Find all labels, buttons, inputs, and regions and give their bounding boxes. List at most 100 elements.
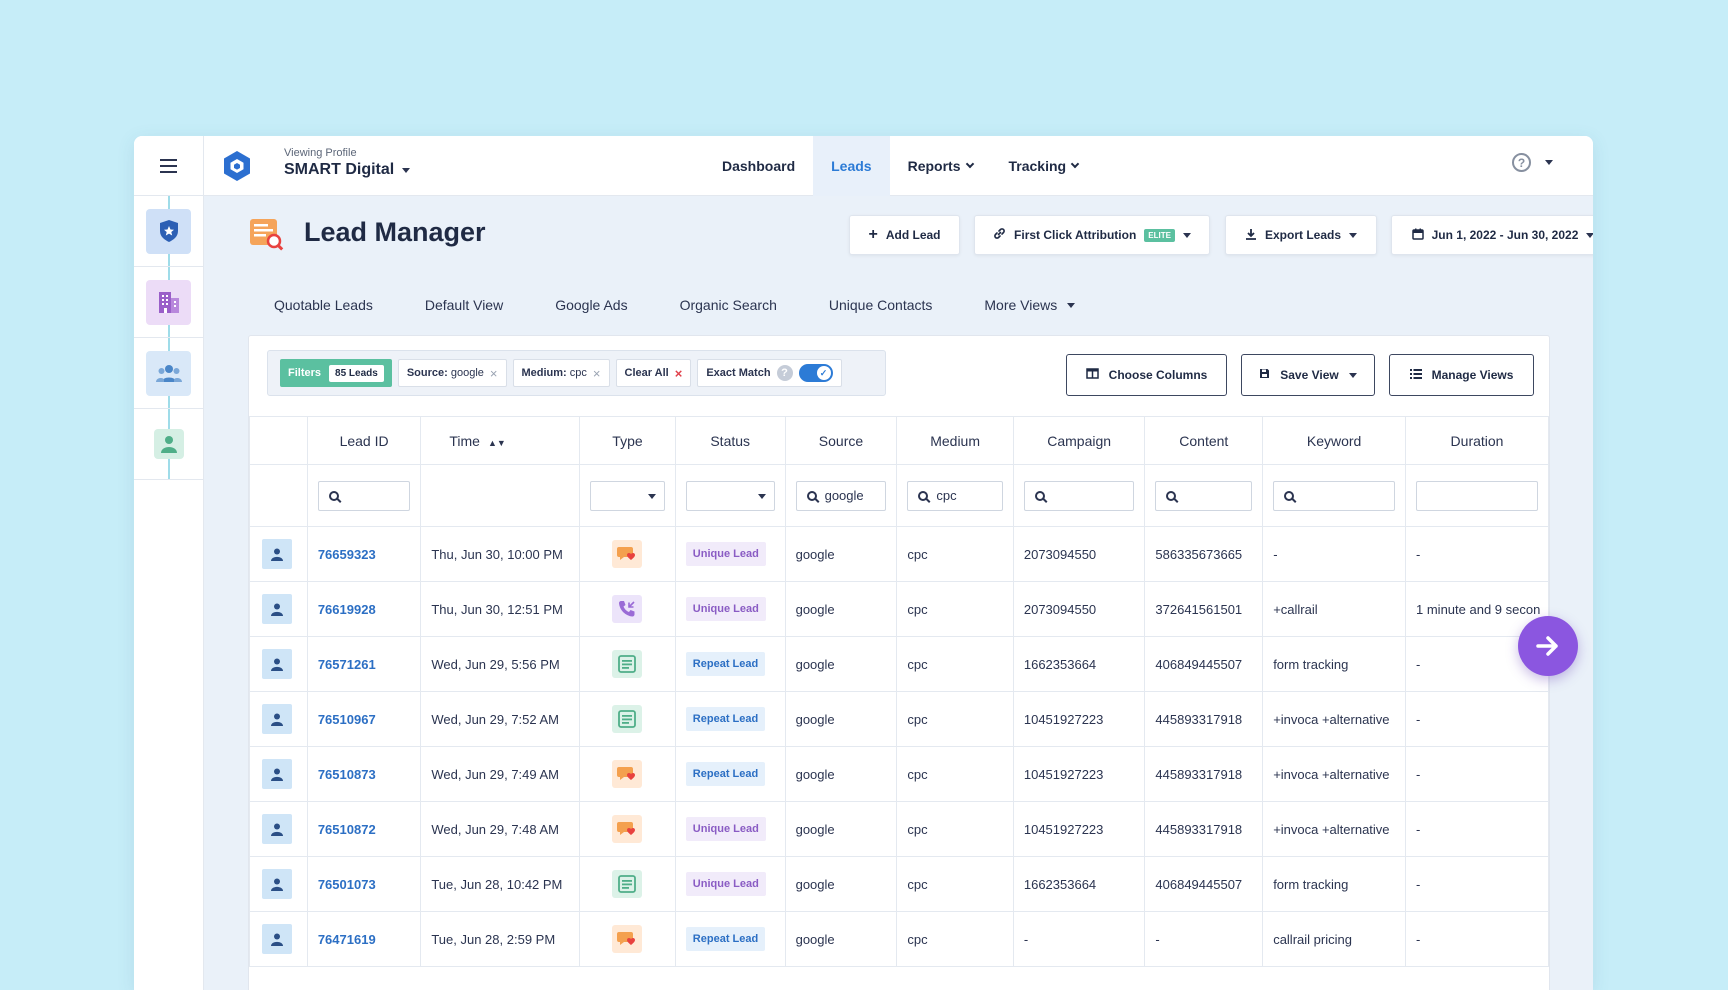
contact-button[interactable]	[262, 759, 292, 789]
status-cell: Unique Lead	[674, 801, 786, 857]
tab-default-view[interactable]: Default View	[425, 290, 503, 320]
column-header-medium[interactable]: Medium	[896, 416, 1014, 465]
sidebar-item-company[interactable]	[134, 267, 203, 338]
column-header-time[interactable]: Time ▲▼	[420, 416, 581, 465]
column-header-lead-id[interactable]: Lead ID	[306, 416, 422, 465]
form-lead-icon	[612, 650, 643, 678]
help-menu[interactable]: ?	[1512, 153, 1553, 172]
nav-tracking[interactable]: Tracking	[991, 136, 1097, 196]
contact-button[interactable]	[262, 704, 292, 734]
column-header-status[interactable]: Status	[674, 416, 786, 465]
content-filter-input[interactable]	[1155, 480, 1253, 511]
lead-id-filter-input[interactable]	[317, 480, 411, 511]
remove-icon[interactable]: ×	[593, 366, 601, 381]
column-header-duration[interactable]: Duration	[1405, 416, 1549, 465]
manage-views-button[interactable]: Manage Views	[1389, 354, 1534, 396]
date-range-picker[interactable]: Jun 1, 2022 - Jun 30, 2022	[1391, 215, 1593, 255]
lead-id-link[interactable]: 76510873	[318, 767, 376, 782]
caret-down-icon	[1348, 372, 1357, 378]
contact-button[interactable]	[262, 814, 292, 844]
sidebar-item-agency[interactable]	[134, 196, 203, 267]
table-row[interactable]: 76510967 Wed, Jun 29, 7:52 AM Repeat Lead g…	[249, 691, 1549, 747]
medium-filter-input[interactable]: cpc	[907, 480, 1003, 511]
campaign-filter-input[interactable]	[1023, 480, 1135, 511]
time-cell: Wed, Jun 29, 5:56 PM	[420, 636, 581, 692]
table-row[interactable]: 76619928 Thu, Jun 30, 12:51 PM Unique Lead…	[249, 581, 1549, 637]
column-header-campaign[interactable]: Campaign	[1012, 416, 1146, 465]
table-row[interactable]: 76659323 Thu, Jun 30, 10:00 PM Unique Lead…	[249, 526, 1549, 582]
contact-button[interactable]	[262, 539, 292, 569]
contact-button[interactable]	[262, 649, 292, 679]
source-filter-chip[interactable]: Source: google ×	[397, 359, 507, 387]
medium-filter-key: Medium:	[521, 367, 567, 379]
column-header-type[interactable]: Type	[579, 416, 676, 465]
save-view-button[interactable]: Save View	[1241, 354, 1375, 396]
table-row[interactable]: 76571261 Wed, Jun 29, 5:56 PM Repeat Lead g…	[249, 636, 1549, 692]
nav-dashboard[interactable]: Dashboard	[704, 136, 813, 196]
table-row[interactable]: 76510872 Wed, Jun 29, 7:48 AM Unique Lead g…	[249, 801, 1549, 857]
form-lead-icon	[612, 870, 643, 898]
medium-filter-chip[interactable]: Medium: cpc ×	[512, 359, 610, 387]
main-nav: Dashboard Leads Reports Tracking	[704, 136, 1096, 196]
source-filter-input[interactable]: google	[795, 480, 887, 511]
menu-button[interactable]	[134, 136, 203, 196]
add-lead-button[interactable]: + Add Lead	[849, 215, 960, 255]
lead-id-link[interactable]: 76501073	[318, 877, 376, 892]
help-icon: ?	[1512, 153, 1531, 172]
profile-selector[interactable]: Viewing Profile SMART Digital	[284, 147, 411, 179]
person-icon	[271, 823, 283, 836]
sidebar-item-contact[interactable]	[134, 409, 203, 480]
lead-id-link[interactable]: 76659323	[318, 547, 376, 562]
help-icon[interactable]: ?	[776, 365, 793, 381]
clear-all-label: Clear All	[624, 367, 669, 379]
sidebar	[134, 136, 204, 990]
row-user-cell	[249, 636, 308, 692]
tab-organic-search[interactable]: Organic Search	[680, 290, 777, 320]
row-user-cell	[249, 856, 308, 912]
choose-columns-label: Choose Columns	[1108, 368, 1208, 382]
status-badge: Unique Lead	[685, 872, 766, 896]
contact-button[interactable]	[262, 594, 292, 624]
lead-id-link[interactable]: 76510967	[318, 712, 376, 727]
status-filter-select[interactable]	[685, 480, 775, 511]
tab-unique-contacts[interactable]: Unique Contacts	[829, 290, 933, 320]
next-button[interactable]	[1518, 616, 1578, 676]
elite-badge: ELITE	[1144, 228, 1175, 242]
table-row[interactable]: 76471619 Tue, Jun 28, 2:59 PM Repeat Lead g…	[249, 911, 1549, 967]
tab-more-views[interactable]: More Views	[984, 290, 1076, 320]
add-lead-label: Add Lead	[885, 228, 941, 242]
lead-id-link[interactable]: 76471619	[318, 932, 376, 947]
call-lead-icon	[612, 595, 643, 623]
lead-id-link[interactable]: 76619928	[318, 602, 376, 617]
nav-reports[interactable]: Reports	[890, 136, 991, 196]
type-filter-select[interactable]	[590, 480, 665, 511]
keyword-filter-input[interactable]	[1273, 480, 1396, 511]
column-header-keyword[interactable]: Keyword	[1262, 416, 1407, 465]
main-content: Lead Manager + Add Lead First Click Attri…	[204, 196, 1593, 990]
exact-match-toggle[interactable]	[798, 364, 833, 382]
attribution-dropdown[interactable]: First Click Attribution ELITE	[974, 215, 1210, 255]
table-row[interactable]: 76510873 Wed, Jun 29, 7:49 AM Repeat Lead g…	[249, 746, 1549, 802]
lead-id-link[interactable]: 76571261	[318, 657, 376, 672]
lead-id-link[interactable]: 76510872	[318, 822, 376, 837]
keyword-cell: callrail pricing	[1262, 911, 1407, 967]
contact-button[interactable]	[262, 869, 292, 899]
campaign-cell: 1662353664	[1012, 856, 1146, 912]
person-icon	[271, 933, 283, 946]
status-badge: Repeat Lead	[685, 762, 766, 786]
source-filter-key: Source:	[406, 367, 448, 379]
column-header-source[interactable]: Source	[784, 416, 898, 465]
choose-columns-button[interactable]: Choose Columns	[1066, 354, 1227, 396]
tab-quotable-leads[interactable]: Quotable Leads	[274, 290, 373, 320]
contact-button[interactable]	[262, 924, 292, 954]
export-leads-button[interactable]: Export Leads	[1225, 215, 1377, 255]
filters-chip[interactable]: Filters 85 Leads	[280, 359, 392, 387]
sidebar-item-people[interactable]	[134, 338, 203, 409]
column-header-content[interactable]: Content	[1144, 416, 1264, 465]
clear-all-button[interactable]: Clear All ×	[615, 359, 692, 387]
table-row[interactable]: 76501073 Tue, Jun 28, 10:42 PM Unique Lead…	[249, 856, 1549, 912]
remove-icon[interactable]: ×	[490, 366, 498, 381]
duration-filter-input[interactable]	[1416, 480, 1538, 511]
tab-google-ads[interactable]: Google Ads	[555, 290, 627, 320]
nav-leads[interactable]: Leads	[813, 136, 890, 196]
